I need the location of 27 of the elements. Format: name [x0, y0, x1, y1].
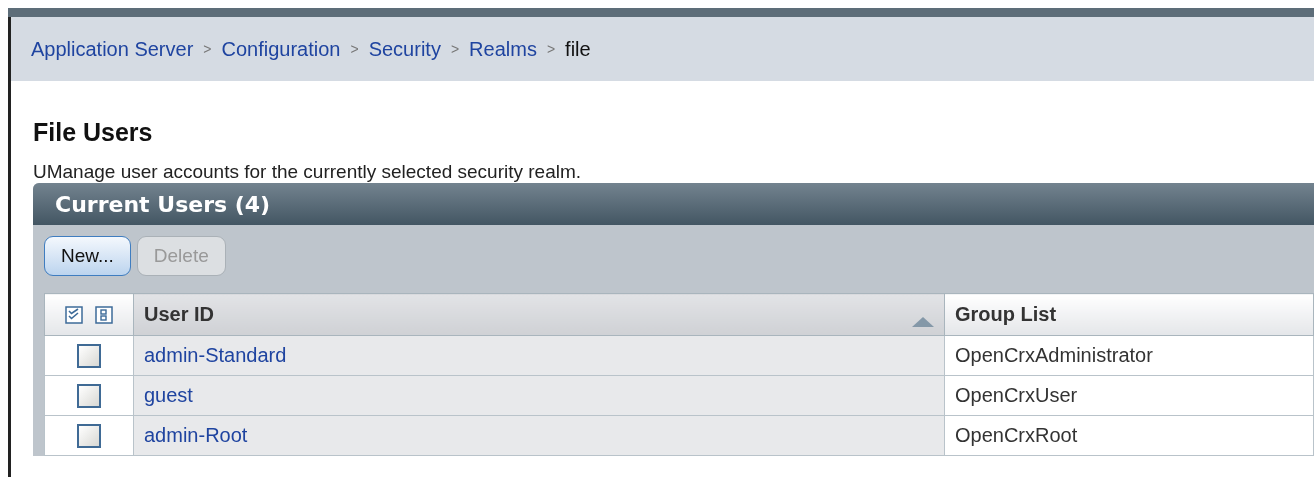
breadcrumb-link[interactable]: Realms [469, 37, 537, 61]
column-header[interactable]: User ID [133, 293, 945, 336]
row-checkbox[interactable] [77, 383, 101, 408]
user-id-link[interactable]: admin-Root [144, 424, 248, 446]
row-checkbox[interactable] [77, 343, 101, 368]
select-all-icon[interactable] [65, 305, 83, 324]
breadcrumb-link[interactable]: Application Server [31, 37, 194, 61]
page-description: UManage user accounts for the currently selected security realm. [33, 161, 583, 183]
breadcrumb-current: file [565, 37, 591, 61]
breadcrumb-separator: > [350, 41, 359, 57]
breadcrumb-separator: > [546, 41, 556, 57]
sort-ascending-icon [912, 317, 934, 327]
breadcrumb-link[interactable]: Configuration [221, 37, 341, 61]
table-cell: OpenCrxRoot [955, 424, 1078, 446]
page-title: File Users [33, 117, 154, 147]
user-id-link[interactable]: guest [144, 384, 193, 406]
user-id-link[interactable]: admin-Standard [144, 344, 287, 366]
deselect-all-icon[interactable] [95, 305, 113, 324]
breadcrumb-separator: > [450, 41, 460, 57]
breadcrumb-separator: > [203, 41, 212, 57]
table-cell: OpenCrxUser [955, 384, 1078, 406]
panel-header: Current Users (4) [33, 183, 1314, 225]
breadcrumb-link[interactable]: Security [368, 37, 441, 61]
button[interactable]: New... [44, 236, 131, 276]
column-header[interactable]: Group List [944, 293, 1314, 336]
table-cell: OpenCrxAdministrator [955, 344, 1153, 366]
row-checkbox[interactable] [77, 423, 101, 448]
